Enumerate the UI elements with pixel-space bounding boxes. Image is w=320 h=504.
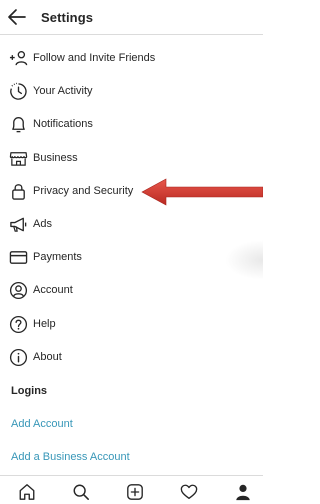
annotation-arrow-icon xyxy=(141,178,263,206)
add-account-link[interactable]: Add Account xyxy=(11,418,73,430)
menu-item-label: Account xyxy=(33,284,73,297)
help-icon xyxy=(9,315,28,333)
home-icon[interactable] xyxy=(18,483,36,501)
add-person-icon xyxy=(9,50,28,66)
menu-item-label: Your Activity xyxy=(33,85,93,98)
bottom-tab-bar xyxy=(0,475,263,504)
menu-item-label: Help xyxy=(33,317,56,330)
menu-item-business[interactable]: Business xyxy=(0,142,263,175)
account-circle-icon xyxy=(9,282,28,300)
menu-item-ads[interactable]: Ads xyxy=(0,208,263,241)
bell-icon xyxy=(12,117,25,133)
create-post-icon[interactable] xyxy=(126,483,144,501)
megaphone-icon xyxy=(10,217,27,232)
menu-item-notifications[interactable]: Notifications xyxy=(0,108,263,141)
activity-clock-icon xyxy=(10,82,27,100)
card-icon xyxy=(9,251,28,264)
menu-item-label: About xyxy=(33,350,62,363)
menu-item-label: Payments xyxy=(33,251,82,264)
profile-icon[interactable] xyxy=(234,483,252,501)
heart-icon[interactable] xyxy=(180,483,198,501)
menu-item-your-activity[interactable]: Your Activity xyxy=(0,75,263,108)
menu-item-label: Business xyxy=(33,151,78,164)
menu-item-payments[interactable]: Payments xyxy=(0,241,263,274)
logins-heading: Logins xyxy=(11,385,48,397)
lock-icon xyxy=(12,183,25,200)
store-icon xyxy=(9,151,28,166)
menu-item-label: Notifications xyxy=(33,118,93,131)
menu-item-follow-invite[interactable]: Follow and Invite Friends xyxy=(0,42,263,75)
add-business-account-link[interactable]: Add a Business Account xyxy=(11,451,130,463)
arrow-left-icon[interactable] xyxy=(7,8,27,26)
info-icon xyxy=(9,348,28,366)
page-title: Settings xyxy=(41,10,94,25)
background-shadow xyxy=(225,240,263,280)
menu-item-help[interactable]: Help xyxy=(0,308,263,341)
menu-item-label: Ads xyxy=(33,217,52,230)
menu-item-about[interactable]: About xyxy=(0,341,263,374)
menu-item-label: Follow and Invite Friends xyxy=(33,52,156,64)
menu-item-account[interactable]: Account xyxy=(0,274,263,307)
menu-item-label: Privacy and Security xyxy=(33,184,134,197)
top-bar: Settings xyxy=(0,0,263,35)
search-icon[interactable] xyxy=(72,483,90,501)
